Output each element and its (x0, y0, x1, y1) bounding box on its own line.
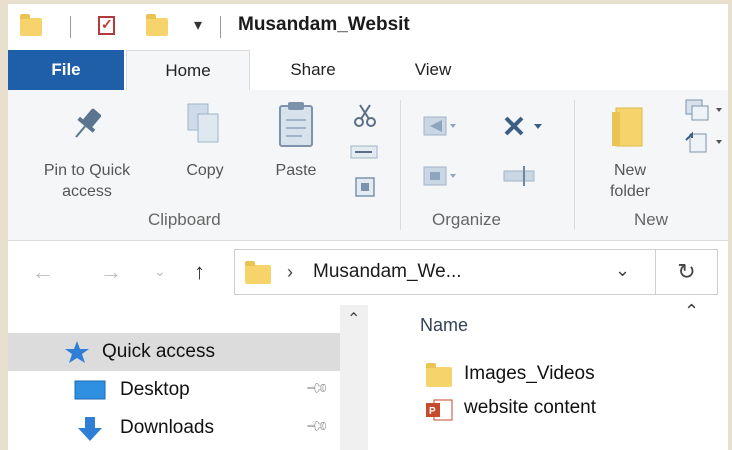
folder-icon (245, 261, 271, 284)
window-title: Musandam_Websit (238, 14, 410, 35)
svg-text:P: P (429, 406, 436, 417)
divider (220, 16, 221, 38)
file-name: website content (464, 397, 597, 418)
star-icon (65, 341, 89, 363)
organize-group-label: Organize (432, 210, 501, 229)
pin-label-line1: Pin to Quick (43, 162, 131, 179)
address-bar[interactable]: › Musandam_We... ⌄ (234, 249, 656, 295)
new-item-icon[interactable] (684, 98, 724, 122)
easy-access-icon[interactable] (684, 130, 724, 154)
pin-icon (75, 108, 102, 138)
file-name: Images_Videos (464, 363, 595, 384)
nav-item-label: Quick access (102, 341, 215, 362)
desktop-icon (74, 380, 106, 400)
paste-button[interactable]: Paste (258, 98, 334, 188)
folder-icon (426, 363, 452, 387)
powerpoint-file-icon: P (426, 399, 453, 421)
download-icon (78, 417, 102, 441)
recent-locations-chevron-icon[interactable]: ⌄ (154, 263, 166, 280)
copy-icon (187, 103, 219, 143)
customize-toolbar-icon[interactable]: ▾ (194, 15, 202, 35)
column-header-name[interactable]: Name (420, 315, 468, 336)
title-bar: ✓ ▾ Musandam_Websit (8, 4, 728, 48)
copy-label: Copy (186, 162, 224, 179)
copy-button[interactable]: Copy (170, 98, 240, 188)
folder-icon (20, 14, 42, 36)
move-to-icon[interactable] (422, 114, 458, 138)
tab-view[interactable]: View (378, 50, 488, 90)
pin-to-quick-access-button[interactable]: Pin to Quick access (12, 98, 162, 206)
properties-icon[interactable]: ✓ (98, 16, 115, 35)
nav-item-downloads[interactable]: Downloads 📌︎ (8, 409, 340, 447)
ribbon-divider (400, 100, 401, 230)
ribbon-tabs: File Home Share View (8, 50, 728, 92)
new-folder-icon (612, 107, 643, 147)
paste-shortcut-icon[interactable] (354, 176, 376, 198)
navigation-pane: Quick access Desktop 📌︎ Downloads 📌︎ (8, 305, 340, 450)
divider (70, 16, 71, 38)
new-folder-button[interactable]: New folder (588, 98, 672, 206)
refresh-icon: ↻ (677, 259, 696, 284)
pin-label-line2: access (62, 183, 112, 200)
address-dropdown-icon[interactable]: ⌄ (615, 260, 630, 281)
file-list: ⌃ Name Images_Videos P website content (368, 301, 728, 450)
new-folder-label-line1: New (613, 162, 646, 179)
up-arrow-icon[interactable]: ↑ (194, 259, 205, 285)
nav-item-quick-access[interactable]: Quick access (8, 333, 340, 371)
new-folder-label-line2: folder (609, 183, 651, 200)
navigation-bar: ← → ⌄ ↑ › Musandam_We... ⌄ ↻ (8, 241, 728, 305)
forward-arrow-icon[interactable]: → (100, 259, 122, 285)
ribbon-divider (574, 100, 575, 230)
back-arrow-icon[interactable]: ← (32, 259, 54, 285)
tab-share[interactable]: Share (258, 50, 368, 90)
new-folder-quick-icon[interactable] (146, 14, 168, 36)
rename-icon[interactable] (502, 164, 542, 188)
nav-pane-scrollbar[interactable]: ⌃ (340, 305, 368, 450)
copy-path-icon[interactable] (350, 144, 378, 160)
tab-home[interactable]: Home (126, 50, 250, 92)
file-explorer-window: ✓ ▾ Musandam_Websit File Home Share View… (8, 4, 728, 450)
paste-label: Paste (275, 162, 317, 179)
scroll-up-icon[interactable]: ⌃ (347, 309, 360, 329)
nav-item-desktop[interactable]: Desktop 📌︎ (8, 371, 340, 409)
copy-to-icon[interactable] (422, 164, 458, 188)
nav-item-label: Desktop (120, 379, 190, 400)
clipboard-group-label: Clipboard (148, 210, 221, 229)
list-item[interactable]: P website content (418, 395, 718, 425)
pin-icon[interactable]: 📌︎ (304, 413, 330, 439)
clipboard-icon (279, 102, 313, 147)
nav-item-label: Downloads (120, 417, 214, 438)
refresh-button[interactable]: ↻ (656, 249, 718, 295)
collapse-chevron-icon[interactable]: ⌃ (684, 301, 699, 322)
tab-file[interactable]: File (8, 50, 124, 90)
ribbon-home: Pin to Quick access Copy Paste Clipboard… (8, 90, 728, 241)
breadcrumb-chevron-icon[interactable]: › (287, 262, 293, 283)
address-path[interactable]: Musandam_We... (313, 261, 462, 283)
list-item[interactable]: Images_Videos (418, 361, 718, 391)
pin-icon[interactable]: 📌︎ (304, 375, 330, 401)
cut-icon[interactable] (352, 102, 378, 128)
new-group-label: New (634, 210, 669, 229)
delete-icon[interactable] (502, 112, 546, 138)
